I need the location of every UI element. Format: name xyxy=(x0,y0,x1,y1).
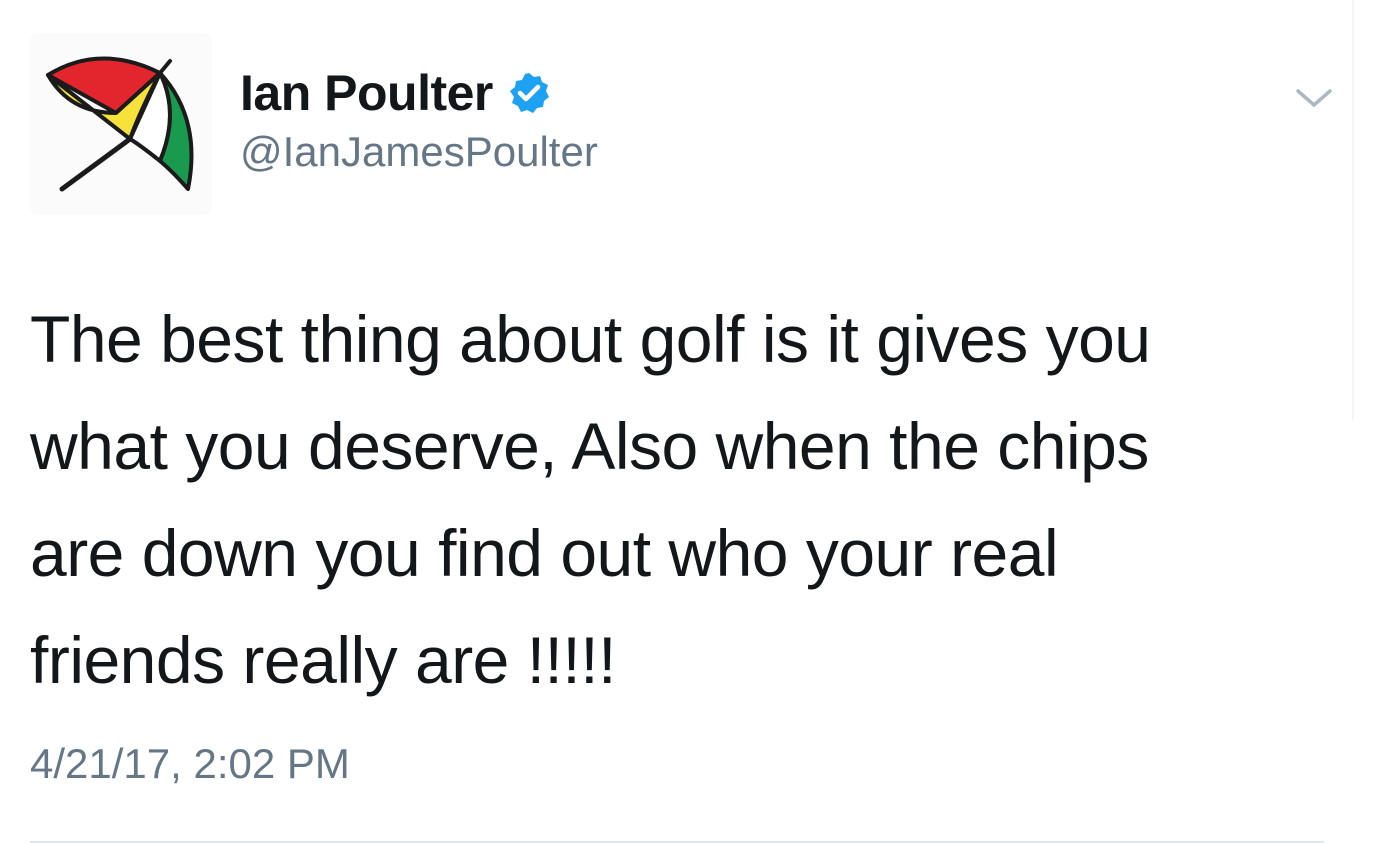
author-display-name[interactable]: Ian Poulter xyxy=(240,64,493,122)
tweet-text-line: friends really are !!!!! xyxy=(30,623,616,697)
avatar[interactable] xyxy=(30,33,212,215)
verified-badge-icon xyxy=(507,71,551,115)
umbrella-logo-icon xyxy=(46,56,194,192)
bottom-divider xyxy=(30,841,1324,843)
tweet-text-line: The best thing about golf is it gives yo… xyxy=(30,302,1151,376)
tweet-text-line: what you deserve, Also when the chips xyxy=(30,409,1149,483)
chevron-down-icon xyxy=(1296,89,1332,107)
tweet-menu-button[interactable] xyxy=(1292,78,1336,118)
author-row: Ian Poulter xyxy=(240,62,551,124)
tweet-timestamp[interactable]: 4/21/17, 2:02 PM xyxy=(30,740,350,788)
right-edge-divider xyxy=(1352,0,1354,420)
tweet-text-line: are down you find out who your real xyxy=(30,516,1059,590)
author-handle[interactable]: @IanJamesPoulter xyxy=(240,128,598,176)
tweet-text: The best thing about golf is it gives yo… xyxy=(30,286,1340,714)
